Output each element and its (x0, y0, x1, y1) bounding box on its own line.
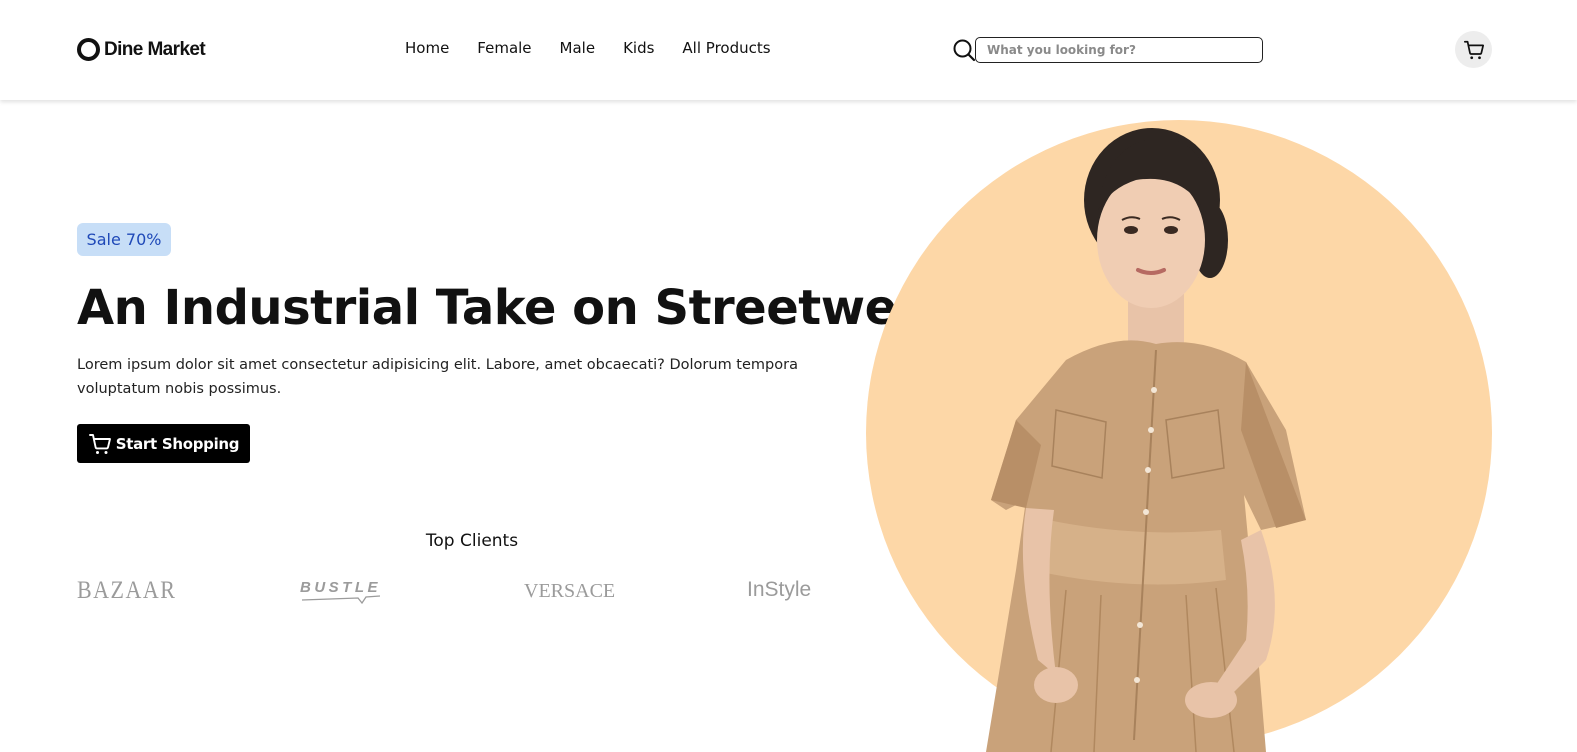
client-logo-bustle: BUSTLE (300, 579, 382, 604)
main-nav: Home Female Male Kids All Products (405, 39, 771, 57)
client-logo-bustle-text: BUSTLE (300, 579, 381, 596)
top-clients-heading: Top Clients (425, 531, 519, 551)
nav-link-female[interactable]: Female (477, 39, 531, 57)
hero-model-image (866, 120, 1492, 752)
client-logo-instyle: InStyle (747, 578, 812, 601)
nav-link-kids[interactable]: Kids (623, 39, 654, 57)
hero-description: Lorem ipsum dolor sit amet consectetur a… (77, 357, 798, 397)
start-shopping-label: Start Shopping (115, 434, 240, 453)
client-logo-bazaar: BAZAAR (77, 575, 177, 604)
cart-button[interactable] (1455, 31, 1492, 68)
search-input[interactable] (975, 37, 1263, 63)
cart-icon (1463, 40, 1484, 59)
sale-badge: Sale 70% (77, 223, 171, 256)
nav-link-all-products[interactable]: All Products (682, 39, 770, 57)
ring-logo-icon (77, 38, 100, 61)
client-logo-versace: VERSACE (524, 580, 616, 602)
start-shopping-button[interactable]: Start Shopping (77, 424, 250, 463)
cart-icon (88, 433, 111, 454)
brand-logo[interactable]: Dine Market (77, 38, 206, 61)
brand-name: Dine Market (104, 38, 206, 60)
nav-link-home[interactable]: Home (405, 39, 449, 57)
search-icon[interactable] (952, 38, 976, 62)
hero-title: An Industrial Take on Streetwear (77, 280, 952, 336)
site-header: Dine Market Home Female Male Kids All Pr… (0, 0, 1577, 100)
nav-link-male[interactable]: Male (560, 39, 596, 57)
search-bar (952, 37, 1263, 63)
